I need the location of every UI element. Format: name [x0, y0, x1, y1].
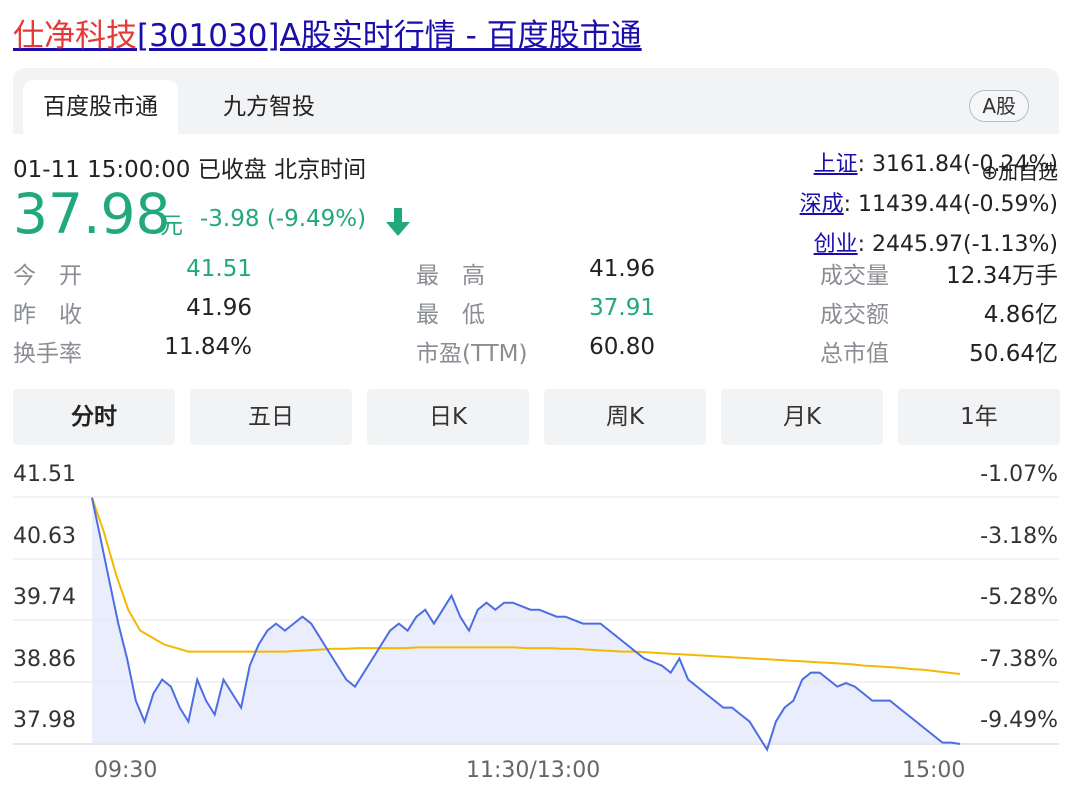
y-tick-right: -5.28% — [980, 585, 1058, 610]
x-tick-open: 09:30 — [94, 758, 158, 783]
y-tick-left: 41.51 — [13, 462, 76, 487]
y-tick-right: -3.18% — [980, 524, 1058, 549]
y-tick-right: -9.49% — [980, 708, 1058, 733]
y-tick-left: 38.86 — [13, 647, 76, 672]
x-tick-close: 15:00 — [902, 758, 966, 783]
price-area-fill — [92, 497, 960, 750]
average-price-line — [91, 497, 961, 675]
y-tick-left: 40.63 — [13, 524, 76, 549]
y-tick-left: 39.74 — [13, 585, 76, 610]
y-tick-left: 37.98 — [13, 708, 76, 733]
intraday-chart[interactable] — [0, 0, 1080, 793]
y-tick-right: -7.38% — [980, 647, 1058, 672]
x-tick-midday: 11:30/13:00 — [466, 758, 601, 783]
y-tick-right: -1.07% — [980, 462, 1058, 487]
